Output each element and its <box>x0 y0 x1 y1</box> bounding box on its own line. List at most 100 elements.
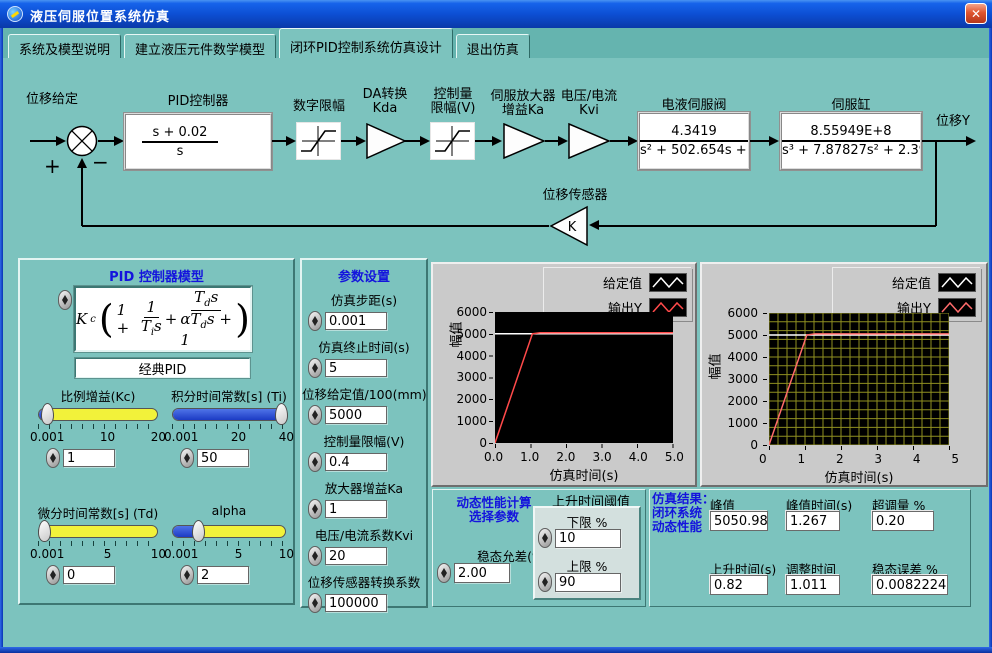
param-fields: 仿真步距(s) 0.001 仿真终止时间(s) 5 位移给定值/100(mm) … <box>302 284 426 613</box>
metric-value-peak-time: 1.267 <box>786 511 840 531</box>
upper-limit-input[interactable]: 90 <box>555 573 621 592</box>
formula-frac2-num: Tds <box>191 289 221 312</box>
slider-thumb[interactable] <box>192 520 205 542</box>
spinner[interactable] <box>308 405 322 425</box>
window-title: 液压伺服位置系统仿真 <box>30 6 170 25</box>
slider-tickmarks <box>172 541 286 546</box>
slider-value-ti[interactable]: 50 <box>197 449 249 467</box>
metric-value-steady-error: 0.0082224 <box>872 575 948 595</box>
legend-label: 给定值 <box>603 273 642 292</box>
control-limit-label-line2: 限幅(V) <box>420 102 486 116</box>
slider-thumb[interactable] <box>41 403 54 425</box>
arrowhead-icon <box>114 136 124 146</box>
spinner[interactable] <box>46 448 60 468</box>
slider-tickmarks <box>38 541 158 546</box>
legend-label: 给定值 <box>892 273 931 292</box>
tolerance-row: 2.00 <box>437 563 510 583</box>
spinner[interactable] <box>308 593 322 613</box>
spinner[interactable] <box>538 528 552 548</box>
arrowhead-icon <box>356 136 366 146</box>
window-border-left <box>0 28 3 653</box>
formula-lparen: ( <box>99 302 114 336</box>
y-axis-ticks: 0100020003000400050006000 <box>722 306 758 452</box>
slider-scale: 0.001510 <box>30 547 166 561</box>
param-label: 放大器增益Ka <box>302 478 426 497</box>
slider-label: alpha <box>164 503 294 519</box>
arrowhead-icon <box>589 220 599 230</box>
lower-limit-input[interactable]: 10 <box>555 529 621 548</box>
signal-line <box>922 140 968 142</box>
amplifier-triangle-icon <box>366 123 406 159</box>
slider-value-td[interactable]: 0 <box>63 566 115 584</box>
servo-amp-label-line1: 伺服放大器 <box>478 90 568 104</box>
formula-frac1-den: Tis <box>141 318 162 339</box>
tab-pid-simulation[interactable]: 闭环PID控制系统仿真设计 <box>279 28 453 58</box>
slider-value-kc[interactable]: 1 <box>63 449 115 467</box>
formula-kc: K <box>76 310 87 328</box>
app-window: 液压伺服位置系统仿真 ✕ 系统及模型说明 建立液压元件数学模型 闭环PID控制系… <box>0 0 992 653</box>
param-input-step[interactable]: 0.001 <box>325 312 387 330</box>
slider-label: 积分时间常数[s] (Ti) <box>164 386 294 402</box>
param-input-sensor-coeff[interactable]: 100000 <box>325 594 387 612</box>
pid-formula-display: Kc ( 1 + 1Tis + TdsαTds + 1 ) <box>74 286 252 352</box>
spinner[interactable] <box>538 572 552 592</box>
spinner[interactable] <box>308 452 322 472</box>
spinner[interactable] <box>308 546 322 566</box>
close-button[interactable]: ✕ <box>965 3 987 24</box>
spinner[interactable] <box>308 499 322 519</box>
formula-spinner[interactable] <box>58 290 72 310</box>
slider-track[interactable] <box>172 408 286 421</box>
slider-track[interactable] <box>38 408 158 421</box>
param-input-endtime[interactable]: 5 <box>325 359 387 377</box>
input-label: 位移给定 <box>26 88 78 107</box>
metric-value-settling-time: 1.011 <box>786 575 840 595</box>
slider-tickmarks <box>172 424 286 429</box>
pid-formula: Kc ( 1 + 1Tis + TdsαTds + 1 ) <box>76 288 250 350</box>
results-panel: 仿真结果： 闭环系统 动态性能 峰值 5050.98 峰值时间(s) 1.267… <box>649 489 971 607</box>
param-label: 仿真步距(s) <box>302 290 426 309</box>
signal-line <box>935 140 937 226</box>
control-limit-label-line1: 控制量 <box>420 88 486 102</box>
spinner[interactable] <box>437 563 451 583</box>
param-input-ka[interactable]: 1 <box>325 500 387 518</box>
slider-thumb[interactable] <box>275 403 288 425</box>
spinner[interactable] <box>180 448 194 468</box>
plus-sign: + <box>44 154 61 178</box>
spinner[interactable] <box>46 565 60 585</box>
param-field-ka: 放大器增益Ka 1 <box>302 478 426 519</box>
slider-track[interactable] <box>38 525 158 538</box>
slider-ti: 积分时间常数[s] (Ti) 0.0012040 50 <box>164 386 294 468</box>
param-input-control-limit[interactable]: 0.4 <box>325 453 387 471</box>
slider-label: 比例增益(Kc) <box>30 386 166 402</box>
slider-track[interactable] <box>172 525 286 538</box>
spinner[interactable] <box>308 358 322 378</box>
slider-value-alpha[interactable]: 2 <box>197 566 249 584</box>
sensor-gain-value: K <box>568 220 577 235</box>
x-tickmarks <box>495 444 674 448</box>
servo-amp-label: 伺服放大器 增益Ka <box>478 90 568 118</box>
tab-build-model[interactable]: 建立液压元件数学模型 <box>124 34 276 58</box>
spinner[interactable] <box>308 311 322 331</box>
param-label: 仿真终止时间(s) <box>302 337 426 356</box>
sensor-label: 位移传感器 <box>518 184 632 203</box>
formula-rparen: ) <box>235 302 250 336</box>
spinner[interactable] <box>180 565 194 585</box>
tab-exit[interactable]: 退出仿真 <box>456 34 530 58</box>
title-bar: 液压伺服位置系统仿真 ✕ <box>0 0 992 28</box>
tolerance-input[interactable]: 2.00 <box>454 563 510 583</box>
x-axis-label: 仿真时间(s) <box>769 467 949 486</box>
servo-cylinder-label: 伺服缸 <box>790 94 912 113</box>
x-axis-ticks: 0.01.02.03.04.05.0 <box>484 450 684 464</box>
pid-model-name: 经典PID <box>75 358 250 378</box>
results-header-line2: 闭环系统 <box>652 506 716 520</box>
slider-thumb[interactable] <box>38 520 51 542</box>
amplifier-triangle-icon <box>568 123 610 159</box>
chart-panel-right: 给定值 输出Y 幅值 0100020003000400050006000 012… <box>700 262 988 487</box>
legend-swatch-icon <box>938 273 976 292</box>
param-input-kvi[interactable]: 20 <box>325 547 387 565</box>
pid-numerator: s + 0.02 <box>142 125 218 143</box>
app-icon <box>7 6 23 22</box>
metric-value-overshoot: 0.20 <box>872 511 934 531</box>
param-input-setpoint[interactable]: 5000 <box>325 406 387 424</box>
tab-system-description[interactable]: 系统及模型说明 <box>8 34 121 58</box>
